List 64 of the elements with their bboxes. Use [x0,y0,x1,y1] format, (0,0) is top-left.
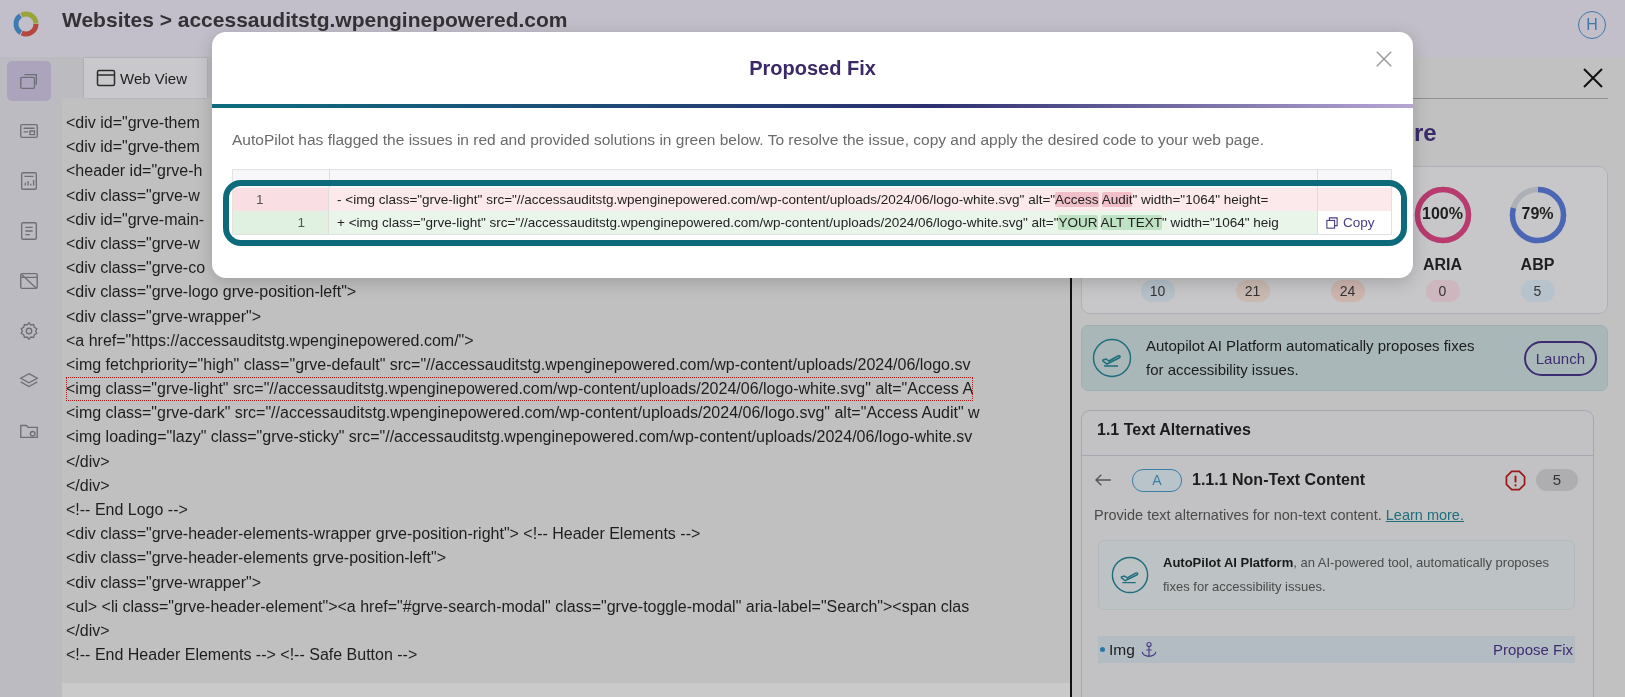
count-badge: 24 [1330,280,1365,302]
diff-line: - <img class="grve-light" src="//accessauditstg.wpenginepowered.com/wp-content/uploads/2024/06/logo-white.svg" alt="Access Audit" width="1064" height= [336,192,1270,207]
count-badge: 5 [1520,280,1555,302]
line-number: 1 [256,192,264,207]
issue-count-badge: 5 [1536,469,1578,491]
airplane-icon [1111,556,1149,594]
horizontal-scrollbar[interactable] [62,683,1070,697]
logo-icon [12,10,40,38]
code-line: <header id="grve-h [66,161,203,182]
code-line: <img loading="lazy" class="grve-sticky" src="//accessauditstg.wpenginepowered.com/wp-content/uploads/2024/06/logo-white.sv [66,427,973,448]
criterion-description: Provide text alternatives for non-text content. Learn more. [1094,507,1465,523]
code-line: <div class="grve-w [66,233,200,254]
code-line: </div> [66,475,110,496]
code-line: <a href="https://accessauditstg.wpenginepowered.com/"> [66,330,474,351]
level-badge: A [1132,468,1182,492]
code-line: <div class="grve-wrapper"> [66,306,261,327]
count-badge: 10 [1140,280,1175,302]
anchor-icon[interactable] [1139,640,1158,659]
count-badge: 21 [1235,280,1270,302]
code-line: <div class="grve-co [66,258,206,279]
count-badge: 0 [1425,280,1460,302]
dialog-description: AutoPilot has flagged the issues in red and provided solutions in green below. To resolve the issue, copy and apply the desired code to your web page. [232,131,1265,149]
airplane-icon [1092,338,1132,378]
score-value: 100% [1421,205,1464,223]
windows-icon[interactable] [6,61,51,101]
score-label: ARIA [1422,255,1463,275]
bullet-icon [1100,647,1105,652]
code-line: <ul> <li class="grve-header-element"><a href="#grve-search-modal" class="grve-toggle-modal" aria-label="Search"><span clas [66,596,970,617]
code-line: <div class="grve-wrapper"> [66,572,261,593]
code-line: <div class="grve-header-elements grve-position-left"> [66,548,446,569]
line-number: 1 [297,215,305,230]
learn-more-link[interactable]: Learn more. [1385,507,1464,523]
back-arrow-icon[interactable] [1094,473,1112,487]
note-text: AutoPilot AI Platform, an AI-powered tool, automatically proposes fixes for accessibility issues. [1163,554,1551,596]
score-label: ABP [1520,255,1555,275]
launch-button[interactable]: Launch [1523,340,1597,376]
close-icon[interactable] [1583,67,1603,88]
criterion-title: 1.1.1 Non-Text Content [1192,471,1366,489]
code-line: <div class="grve-header-elements-wrapper grve-position-right"> <!-- Header Elements --> [66,524,701,545]
section-title: 1.1 Text Alternatives [1082,411,1593,456]
code-line: <div id="grve-main- [66,209,205,230]
error-octagon-icon [1505,469,1526,491]
score-value: 79% [1520,205,1555,223]
code-line: <img class="grve-dark" src="//accessauditstg.wpenginepowered.com/wp-content/uploads/2024/06/logo.svg" alt="Access Audit" w [66,403,980,424]
element-label: Img [1109,640,1135,659]
code-line: <div id="grve-them [66,137,200,158]
code-line: <img class="grve-light" src="//accessauditstg.wpenginepowered.com/wp-content/uploads/2024/06/logo-white.svg" alt="Access A [66,377,974,402]
code-line: <!-- End Header Elements --> <!-- Safe Button --> [66,645,418,666]
page-title: Websites > accessauditstg.wpenginepowered.com [62,8,568,31]
propose-fix-link[interactable]: Propose Fix [1492,641,1573,658]
code-line: <div class="grve-w [66,185,200,206]
panel-heading: re [1414,119,1437,148]
code-line: <img fetchpriority="high" class="grve-default" src="//accessauditstg.wpenginepowered.com/wp-content/uploads/2024/06/logo.sv [66,354,971,375]
code-line: <div class="grve-logo grve-position-left"> [66,282,357,303]
code-line: <div id="grve-them [66,113,200,133]
window-icon [96,69,116,87]
copy-icon [1326,216,1338,229]
dialog-title: Proposed Fix [749,56,876,80]
code-line: </div> [66,620,110,641]
banner-text: Autopilot AI Platform automatically proposes fixes for accessibility issues. [1146,336,1476,380]
diff-line: + <img class="grve-light" src="//accessauditstg.wpenginepowered.com/wp-content/uploads/2024/06/logo-white.svg" alt="YOUR ALT TEXT" width="1064" heig [336,215,1280,230]
code-line: </div> [66,451,110,472]
web-view-tab[interactable]: Web View [84,58,207,98]
code-line: <!-- End Logo --> [66,500,188,520]
